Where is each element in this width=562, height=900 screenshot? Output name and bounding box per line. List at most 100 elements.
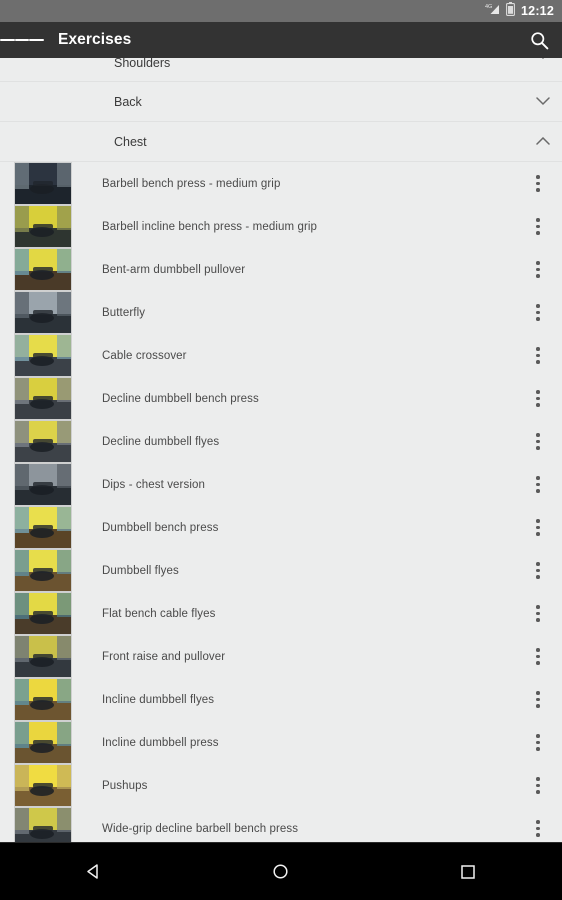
exercise-name: Decline dumbbell flyes	[102, 435, 220, 448]
exercise-row[interactable]: Flat bench cable flyes	[0, 592, 562, 635]
menu-dot	[536, 347, 540, 351]
exercise-name: Barbell incline bench press - medium gri…	[102, 220, 318, 233]
overflow-menu-icon[interactable]	[527, 386, 549, 412]
overflow-menu-icon[interactable]	[527, 816, 549, 842]
overflow-menu-icon[interactable]	[527, 601, 549, 627]
search-icon[interactable]	[516, 22, 562, 58]
exercise-name: Bent-arm dumbbell pullover	[102, 263, 246, 276]
category-row-back[interactable]: Back	[0, 82, 562, 122]
overflow-menu-icon[interactable]	[527, 472, 549, 498]
exercise-thumbnail	[14, 807, 72, 842]
chevron-up-icon[interactable]	[536, 133, 550, 151]
exercise-thumbnail	[14, 291, 72, 334]
chevron-down-icon[interactable]	[536, 93, 550, 111]
app-screen: 4G 12:12 Exercises Shoulders Back Chest …	[0, 0, 562, 900]
exercise-thumbnail	[14, 334, 72, 377]
menu-dot	[536, 740, 540, 745]
exercise-row[interactable]: Wide-grip decline barbell bench press	[0, 807, 562, 842]
menu-dot	[536, 654, 540, 659]
category-label: Chest	[114, 134, 147, 149]
exercise-row[interactable]: Butterfly	[0, 291, 562, 334]
overflow-menu-icon[interactable]	[527, 730, 549, 756]
overflow-menu-icon[interactable]	[527, 644, 549, 670]
menu-dot	[536, 820, 540, 824]
exercise-row[interactable]: Dumbbell flyes	[0, 549, 562, 592]
category-row-shoulders[interactable]: Shoulders	[0, 58, 562, 82]
menu-dot	[536, 783, 540, 788]
signal-4g-icon: 4G	[485, 2, 500, 20]
menu-dot	[536, 274, 540, 278]
menu-dot	[536, 175, 540, 179]
menu-dot	[536, 605, 540, 609]
menu-dot	[536, 697, 540, 702]
exercise-row[interactable]: Front raise and pullover	[0, 635, 562, 678]
overflow-menu-icon[interactable]	[527, 343, 549, 369]
overflow-menu-icon[interactable]	[527, 214, 549, 240]
exercise-name: Dips - chest version	[102, 478, 205, 491]
exercise-thumbnail	[14, 549, 72, 592]
overflow-menu-icon[interactable]	[527, 773, 549, 799]
exercise-thumbnail	[14, 377, 72, 420]
exercise-name: Pushups	[102, 779, 148, 792]
overflow-menu-icon[interactable]	[527, 171, 549, 197]
app-bar: Exercises	[0, 22, 562, 58]
menu-dot	[536, 403, 540, 407]
exercise-row[interactable]: Dumbbell bench press	[0, 506, 562, 549]
exercise-name: Flat bench cable flyes	[102, 607, 216, 620]
menu-dot	[536, 231, 540, 235]
exercise-thumbnail	[14, 721, 72, 764]
exercise-row[interactable]: Dips - chest version	[0, 463, 562, 506]
exercise-name: Barbell bench press - medium grip	[102, 177, 281, 190]
nav-back-icon[interactable]	[59, 843, 129, 900]
exercise-row[interactable]: Decline dumbbell bench press	[0, 377, 562, 420]
menu-dot	[536, 390, 540, 394]
exercise-row[interactable]: Incline dumbbell flyes	[0, 678, 562, 721]
menu-dot	[536, 691, 540, 695]
exercise-thumbnail	[14, 463, 72, 506]
exercise-name: Butterfly	[102, 306, 146, 319]
menu-dot	[536, 648, 540, 652]
menu-dot	[536, 396, 540, 401]
exercise-thumbnail	[14, 506, 72, 549]
exercise-thumbnail	[14, 162, 72, 205]
overflow-menu-icon[interactable]	[527, 687, 549, 713]
nav-home-icon[interactable]	[246, 843, 316, 900]
exercise-name: Wide-grip decline barbell bench press	[102, 822, 299, 835]
exercise-row[interactable]: Decline dumbbell flyes	[0, 420, 562, 463]
exercise-row[interactable]: Barbell bench press - medium grip	[0, 162, 562, 205]
battery-icon	[506, 1, 515, 21]
menu-dot	[536, 261, 540, 265]
overflow-menu-icon[interactable]	[527, 257, 549, 283]
exercise-row[interactable]: Barbell incline bench press - medium gri…	[0, 205, 562, 248]
svg-text:4G: 4G	[485, 4, 492, 10]
exercise-thumbnail	[14, 635, 72, 678]
overflow-menu-icon[interactable]	[527, 558, 549, 584]
chevron-down-icon[interactable]	[536, 58, 550, 65]
category-row-chest[interactable]: Chest	[0, 122, 562, 162]
exercise-name: Dumbbell bench press	[102, 521, 219, 534]
menu-dot	[536, 790, 540, 794]
overflow-menu-icon[interactable]	[527, 429, 549, 455]
exercise-list-scroll[interactable]: Shoulders Back Chest Barbell bench press…	[0, 58, 562, 842]
hamburger-bar	[29, 39, 45, 41]
menu-dot	[536, 317, 540, 321]
menu-dot	[536, 747, 540, 751]
exercise-row[interactable]: Bent-arm dumbbell pullover	[0, 248, 562, 291]
category-label: Shoulders	[114, 58, 171, 70]
menu-dot	[536, 532, 540, 536]
exercise-list: Barbell bench press - medium grip Barbell…	[0, 162, 562, 842]
menu-dot	[536, 482, 540, 487]
exercise-row[interactable]: Pushups	[0, 764, 562, 807]
overflow-menu-icon[interactable]	[527, 515, 549, 541]
menu-dot	[536, 433, 540, 437]
exercise-name: Dumbbell flyes	[102, 564, 179, 577]
exercise-row[interactable]: Cable crossover	[0, 334, 562, 377]
system-nav-bar	[0, 842, 562, 900]
hamburger-menu-icon[interactable]	[0, 22, 45, 58]
category-label: Back	[114, 94, 142, 109]
overflow-menu-icon[interactable]	[527, 300, 549, 326]
exercise-row[interactable]: Incline dumbbell press	[0, 721, 562, 764]
menu-dot	[536, 777, 540, 781]
nav-recents-icon[interactable]	[433, 843, 503, 900]
exercise-thumbnail	[14, 678, 72, 721]
